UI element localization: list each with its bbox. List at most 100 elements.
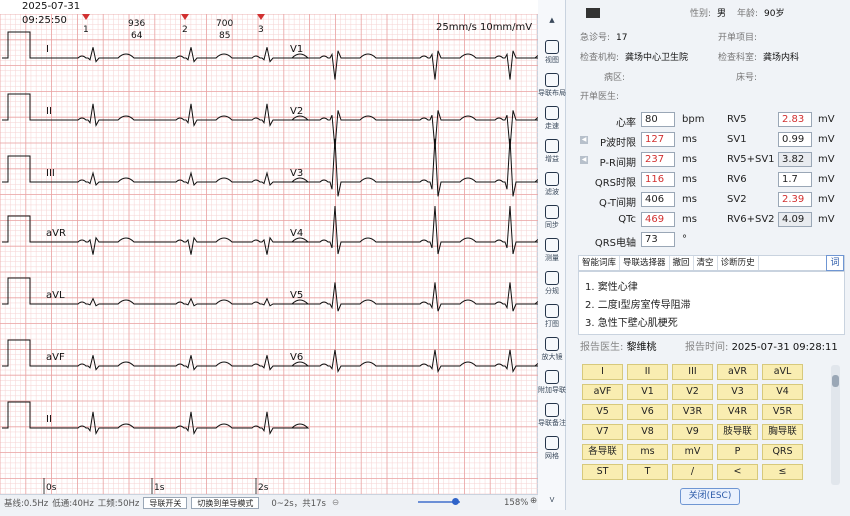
lead-label: aVL <box>46 290 65 301</box>
measure-value-field[interactable]: 73 <box>641 232 675 247</box>
toolbar-scroll-down-icon[interactable]: V <box>538 496 566 504</box>
status-bar: 基线:0.5Hz 低通:40Hz 工频:50Hz 导联开关 切换到单导模式 0~… <box>0 494 538 510</box>
measure-value-field[interactable]: 469 <box>641 212 675 227</box>
keypad-key[interactable]: T <box>627 464 668 480</box>
lexicon-toggle-button[interactable]: 词 <box>826 255 844 271</box>
tool-grid[interactable]: 网格 <box>538 436 566 461</box>
ecg-chart[interactable]: IIIIIIaVRaVLaVFIIV1V2V3V4V5V60s 1s 2s1 2 393… <box>0 0 538 494</box>
measure-unit: ° <box>682 234 687 245</box>
gain-icon <box>545 139 559 153</box>
measure-value-field[interactable]: 2.83 <box>778 112 812 127</box>
keypad-key[interactable]: aVF <box>582 384 623 400</box>
tool-magnifier[interactable]: 放大镜 <box>538 337 566 362</box>
keypad-key[interactable]: II <box>627 364 668 380</box>
keypad-scrollbar[interactable] <box>831 365 840 485</box>
close-button[interactable]: 关闭(ESC) <box>680 488 740 505</box>
zoom-out-icon[interactable]: ⊖ <box>332 498 339 508</box>
diagnosis-item[interactable]: 1. 窦性心律 <box>585 278 638 293</box>
tab-lead-selector[interactable]: 导联选择器 <box>620 256 670 270</box>
keypad-key[interactable]: V4 <box>762 384 803 400</box>
calibration-pulse <box>2 339 40 367</box>
keypad-key[interactable]: V4R <box>717 404 758 420</box>
keypad-key[interactable]: V1 <box>627 384 668 400</box>
keypad-key[interactable]: I <box>582 364 623 380</box>
measure-value-field[interactable]: 1.7 <box>778 172 812 187</box>
tool-gain[interactable]: 增益 <box>538 139 566 164</box>
keypad-key[interactable]: 各导联 <box>582 444 623 460</box>
keypad-key[interactable]: aVR <box>717 364 758 380</box>
keypad-key[interactable]: V5R <box>762 404 803 420</box>
keypad-key[interactable]: 胸导联 <box>762 424 803 440</box>
tool-note[interactable]: 导联备注 <box>538 403 566 428</box>
lead-trace-V3 <box>296 138 538 197</box>
powerline-filter: 工频:50Hz <box>97 498 140 509</box>
keypad-key[interactable]: < <box>717 464 758 480</box>
tab-smart-lexicon[interactable]: 智能词库 <box>579 256 621 270</box>
diagnosis-list[interactable]: 1. 窦性心律 2. 二度Ⅰ型房室传导阻滞 3. 急性下壁心肌梗死 <box>578 271 845 335</box>
keypad-key[interactable]: V3R <box>672 404 713 420</box>
measure-value-field[interactable]: 116 <box>641 172 675 187</box>
tool-caliper[interactable]: 分规 <box>538 271 566 296</box>
measure-label: SV1 <box>727 134 747 145</box>
lead-trace-V5 <box>296 282 538 312</box>
tab-diagnosis-history[interactable]: 诊断历史 <box>718 256 759 270</box>
zoom-slider-handle[interactable] <box>452 498 459 505</box>
heart-rate: 64 <box>131 31 143 41</box>
keypad-key[interactable]: 肢导联 <box>717 424 758 440</box>
measure-value-field[interactable]: 237 <box>641 152 675 167</box>
single-lead-mode-button[interactable]: 切换到单导模式 <box>191 496 260 509</box>
lead-trace-V4 <box>296 205 538 255</box>
lead-label: II <box>46 106 52 117</box>
measure-value-field[interactable]: 3.82 <box>778 152 812 167</box>
tool-label: 分规 <box>545 287 559 295</box>
keypad-key[interactable]: mV <box>672 444 713 460</box>
keypad-key[interactable]: P <box>717 444 758 460</box>
keypad-key[interactable]: V6 <box>627 404 668 420</box>
keypad-key[interactable]: V8 <box>627 424 668 440</box>
grid-icon <box>545 436 559 450</box>
tool-sync[interactable]: 同步 <box>538 205 566 230</box>
keypad-key[interactable]: ST <box>582 464 623 480</box>
lead-label: III <box>46 168 55 179</box>
measure-value-field[interactable]: 127 <box>641 132 675 147</box>
tool-lead-layout[interactable]: 导联布局 <box>538 73 566 98</box>
lead-switch-button[interactable]: 导联开关 <box>143 496 188 509</box>
keypad-key[interactable]: V7 <box>582 424 623 440</box>
keypad-key[interactable]: V5 <box>582 404 623 420</box>
scrollbar-thumb[interactable] <box>832 375 839 387</box>
measure-value-field[interactable]: 0.99 <box>778 132 812 147</box>
ecg-panel[interactable]: I II III aVR aVL aVF II V1 V2 V3 V4 V5 V6 0s 1s 2s 1 2 3 93… <box>0 0 538 510</box>
tool-filter[interactable]: 滤波 <box>538 172 566 197</box>
keypad-key[interactable]: aVL <box>762 364 803 380</box>
measure-label: QRS电轴 <box>594 238 636 249</box>
measure-value-field[interactable]: 80 <box>641 112 675 127</box>
tool-ruler[interactable]: 测量 <box>538 238 566 263</box>
lead-trace-aVL <box>40 297 310 307</box>
tool-print[interactable]: 打图 <box>538 304 566 329</box>
diagnosis-item[interactable]: 2. 二度Ⅰ型房室传导阻滞 <box>585 296 691 311</box>
tool-speed[interactable]: 走速 <box>538 106 566 131</box>
tab-clear[interactable]: 清空 <box>694 256 718 270</box>
keypad-key[interactable]: V3 <box>717 384 758 400</box>
measure-value-field[interactable]: 406 <box>641 192 675 207</box>
zoom-in-icon[interactable]: ⊕ <box>530 496 537 506</box>
measure-value-field[interactable]: 2.39 <box>778 192 812 207</box>
keypad-key[interactable]: ≤ <box>762 464 803 480</box>
keypad-key[interactable]: ms <box>627 444 668 460</box>
adjust-arrow-icon[interactable]: ◀ <box>580 156 588 164</box>
measure-value-field[interactable]: 4.09 <box>778 212 812 227</box>
keypad-key[interactable]: III <box>672 364 713 380</box>
keypad-key[interactable]: V9 <box>672 424 713 440</box>
keypad-key[interactable]: / <box>672 464 713 480</box>
time-label: 0s <box>46 483 57 493</box>
adjust-arrow-icon[interactable]: ◀ <box>580 136 588 144</box>
toolbar-scroll-up-icon[interactable]: ▲ <box>538 16 566 24</box>
tool-add-lead[interactable]: 附加导联 <box>538 370 566 395</box>
keypad-key[interactable]: QRS <box>762 444 803 460</box>
measure-label: P波时限 <box>599 138 636 149</box>
measure-unit: mV <box>818 174 835 185</box>
diagnosis-item[interactable]: 3. 急性下壁心肌梗死 <box>585 314 678 329</box>
tab-undo[interactable]: 撤回 <box>670 256 694 270</box>
tool-grid-view[interactable]: 视图 <box>538 40 566 65</box>
keypad-key[interactable]: V2 <box>672 384 713 400</box>
